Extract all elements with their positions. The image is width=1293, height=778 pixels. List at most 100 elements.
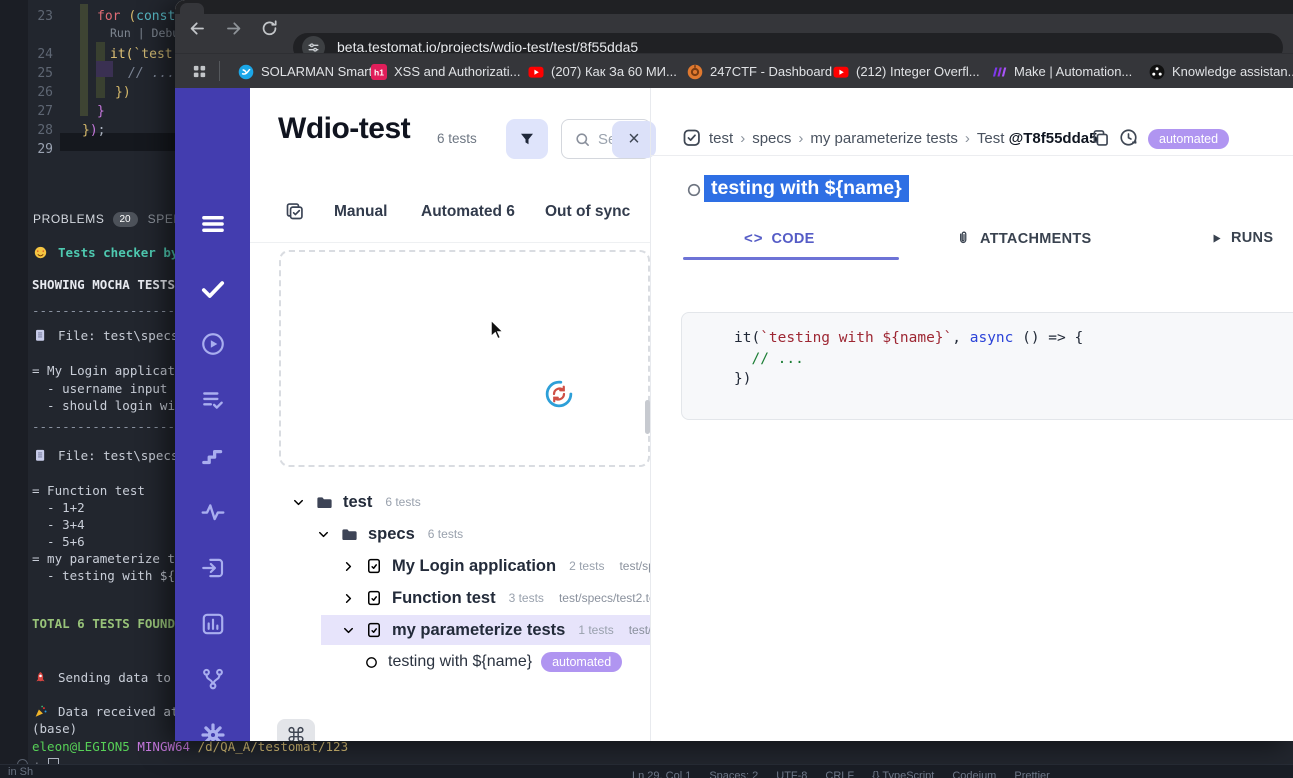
- circle-icon: [364, 655, 379, 670]
- sidebar-reports-icon[interactable]: [175, 611, 250, 637]
- status-items[interactable]: Ln 29, Col 1 Spaces: 2 UTF-8 CRLF {} TypeScr…: [632, 766, 1068, 778]
- sidebar-settings-icon[interactable]: [175, 722, 250, 741]
- youtube-favicon-icon: [833, 64, 849, 80]
- tree-row[interactable]: Function test 3 tests test/specs/test2.t…: [341, 583, 650, 613]
- cmd-icon: ⌘: [286, 722, 306, 742]
- sidebar-branches-icon[interactable]: [175, 666, 250, 692]
- file-icon: [365, 557, 383, 575]
- status-item[interactable]: {} TypeScript: [872, 770, 934, 778]
- code-line: // ...: [734, 350, 804, 367]
- bookmark-ctf[interactable]: 247CTF - Dashboard: [687, 54, 832, 89]
- tree-row[interactable]: my parameterize tests 1 tests test/spe: [341, 615, 650, 645]
- copy-check-icon[interactable]: [284, 201, 305, 222]
- sidebar-plans-icon[interactable]: [175, 387, 250, 413]
- tab-automated-6[interactable]: Automated 6: [421, 203, 515, 221]
- tree-row[interactable]: testing with ${name} automated: [364, 647, 650, 677]
- panel-divider-line: [250, 242, 650, 243]
- forward-icon[interactable]: [224, 19, 243, 38]
- sidebar-milestones-icon[interactable]: [175, 443, 250, 469]
- bookmarks-bar: SOLARMAN Smart h1 XSS and Authorizati... (2…: [175, 53, 1293, 89]
- status-item[interactable]: CRLF: [825, 770, 854, 778]
- automated-badge: automated: [1148, 129, 1230, 149]
- tab-fragment: [180, 3, 204, 14]
- tab-problems[interactable]: PROBLEMS: [33, 212, 105, 226]
- status-item[interactable]: UTF-8: [776, 770, 807, 778]
- status-item[interactable]: Prettier: [1014, 770, 1049, 778]
- tree-row[interactable]: specs 6 tests: [316, 519, 650, 549]
- ctf-favicon-icon: [687, 64, 703, 80]
- folder-icon: [315, 493, 334, 512]
- chevron-down-icon[interactable]: [291, 495, 306, 510]
- tab-attachments[interactable]: ATTACHMENTS: [955, 230, 1092, 247]
- reload-icon[interactable]: [260, 19, 279, 38]
- bookmarks-separator: [219, 61, 220, 81]
- drop-zone-placeholder: [279, 250, 650, 467]
- bookmark-hackerone[interactable]: h1 XSS and Authorizati...: [371, 54, 520, 89]
- browser-window: beta.testomat.io/projects/wdio-test/test…: [175, 0, 1293, 741]
- youtube-favicon-icon: [528, 64, 544, 80]
- mouse-cursor: [485, 318, 507, 342]
- code-line: it(`testing with ${name}`, async () => {: [734, 330, 1084, 346]
- status-item[interactable]: Ln 29, Col 1: [632, 770, 691, 778]
- test-checkbox-icon: [681, 127, 702, 148]
- tab-manual[interactable]: Manual: [334, 203, 387, 221]
- file-icon: [365, 589, 383, 607]
- chevron-right-icon[interactable]: [341, 559, 356, 574]
- bookmark-knowledge[interactable]: Knowledge assistan...: [1149, 54, 1293, 89]
- status-item[interactable]: Codeium: [952, 770, 996, 778]
- bookmark-make[interactable]: Make | Automation...: [991, 54, 1132, 89]
- status-left-fragment: in Sh: [8, 766, 34, 778]
- tests-count: 6 tests: [437, 131, 477, 146]
- bookmark-solarman[interactable]: SOLARMAN Smart: [238, 54, 372, 89]
- filter-button[interactable]: [506, 119, 548, 159]
- vscode-status-bar[interactable]: in Sh Ln 29, Col 1 Spaces: 2 UTF-8 CRLF {} T…: [0, 764, 1293, 778]
- file-icon: [365, 621, 383, 639]
- test-id: @T8f55dda5: [1008, 130, 1098, 147]
- breadcrumb-divider: [651, 155, 1293, 156]
- app-sidebar: ?: [175, 88, 250, 741]
- sidebar-runs-icon[interactable]: [175, 331, 250, 357]
- tab-code[interactable]: <> CODE: [744, 230, 815, 247]
- paperclip-icon: [955, 230, 972, 247]
- make-favicon-icon: [991, 64, 1007, 80]
- sync-spinner-icon: [544, 379, 574, 409]
- tab-runs[interactable]: RUNS: [1210, 230, 1273, 246]
- back-icon[interactable]: [188, 19, 207, 38]
- chevron-down-icon[interactable]: [316, 527, 331, 542]
- funnel-icon: [518, 130, 536, 148]
- history-icon[interactable]: [1118, 127, 1139, 148]
- sidebar-tests-icon[interactable]: [175, 276, 250, 302]
- hackerone-favicon-icon: h1: [371, 63, 387, 80]
- sidebar-analytics-icon[interactable]: [175, 499, 250, 525]
- status-item[interactable]: Spaces: 2: [709, 770, 758, 778]
- tree-row[interactable]: test 6 tests: [291, 487, 650, 517]
- svg-text:h1: h1: [374, 67, 384, 77]
- test-title-selected[interactable]: testing with ${name}: [704, 175, 909, 202]
- browser-toolbar: beta.testomat.io/projects/wdio-test/test…: [175, 14, 1293, 62]
- folder-icon: [340, 525, 359, 544]
- tab-out-of-sync[interactable]: Out of sync: [545, 203, 630, 221]
- page-title: Wdio-test: [278, 112, 411, 145]
- breadcrumb[interactable]: test › specs › my parameterize tests › Test @T…: [709, 130, 1097, 147]
- chevron-right-icon[interactable]: [341, 591, 356, 606]
- panel-divider: [650, 88, 651, 741]
- active-tab-underline: [683, 257, 899, 260]
- problems-count-badge: 20: [112, 212, 138, 227]
- chevron-down-icon[interactable]: [341, 623, 356, 638]
- browser-tab-strip: [175, 0, 1293, 14]
- tab-spell-checker[interactable]: SPELL CH: [148, 212, 175, 226]
- code-line: }): [734, 371, 752, 387]
- apps-grid-icon[interactable]: [191, 63, 208, 80]
- copy-icon[interactable]: [1090, 127, 1111, 148]
- tree-row[interactable]: My Login application 2 tests test/specs: [341, 551, 650, 581]
- command-key-button[interactable]: ⌘: [277, 719, 315, 741]
- close-icon: ×: [628, 128, 640, 150]
- sidebar-import-icon[interactable]: [175, 555, 250, 581]
- sidebar-menu-icon[interactable]: [175, 211, 250, 237]
- test-bullet-icon[interactable]: [686, 182, 702, 198]
- bookmark-youtube[interactable]: (212) Integer Overfl...: [833, 54, 980, 89]
- knowledge-favicon-icon: [1149, 64, 1165, 80]
- solarman-favicon-icon: [238, 64, 254, 80]
- bookmark-youtube[interactable]: (207) Как За 60 МИ...: [528, 54, 677, 89]
- test-code-card: it(`testing with ${name}`, async () => {…: [681, 312, 1293, 420]
